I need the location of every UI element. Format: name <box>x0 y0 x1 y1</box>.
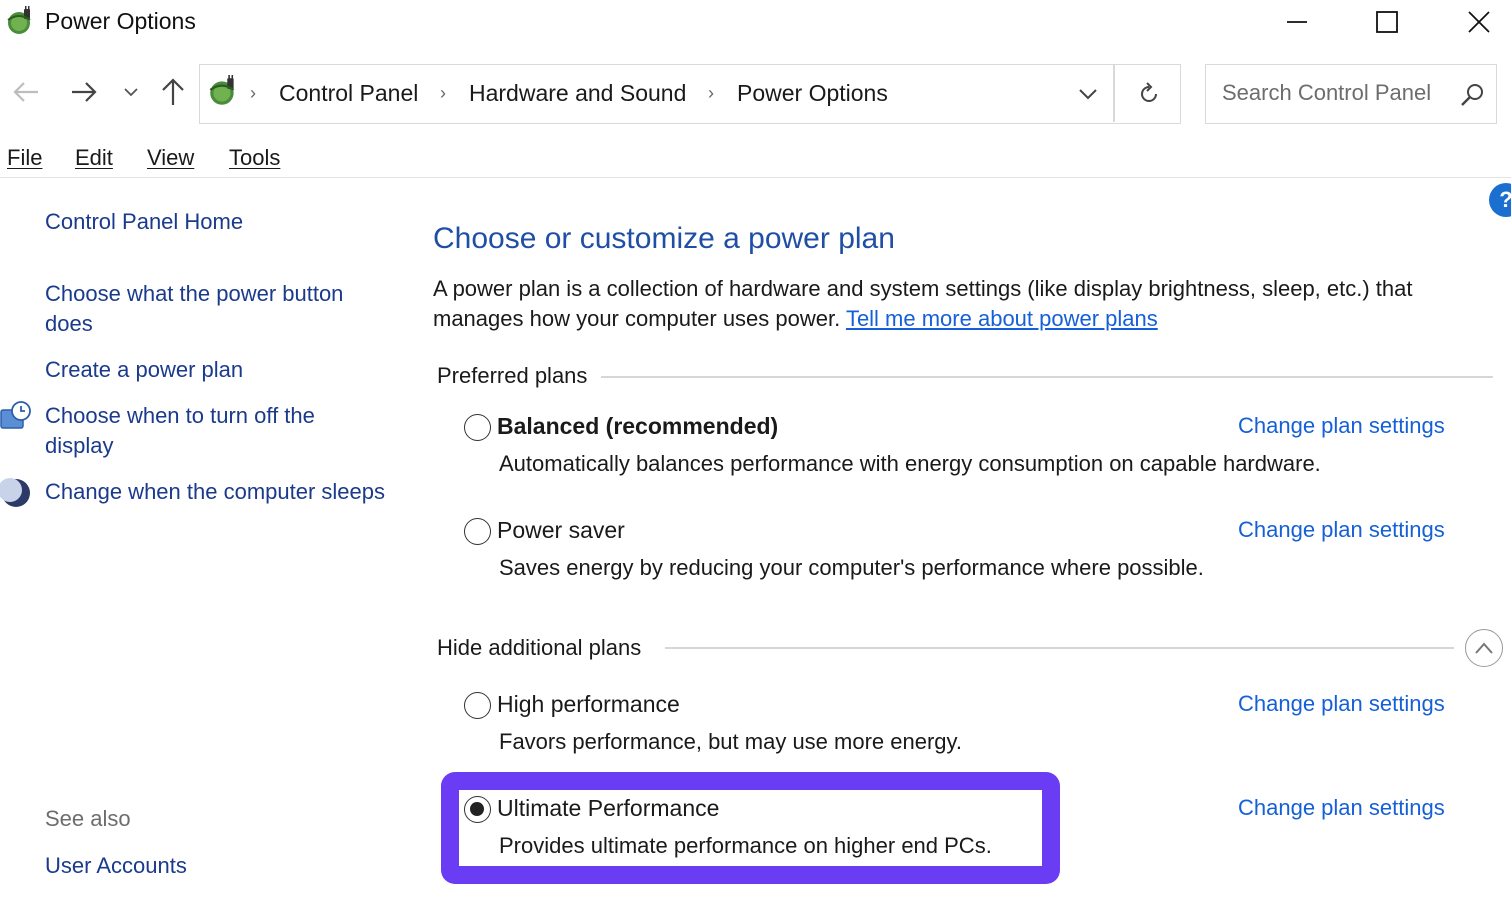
sleep-moon-icon <box>0 477 32 509</box>
power-saver-radio[interactable] <box>464 518 491 545</box>
minimize-button[interactable] <box>1267 0 1327 44</box>
navigation-bar: › Control Panel › Hardware and Sound › P… <box>0 60 1511 126</box>
search-icon[interactable] <box>1458 81 1486 109</box>
plan-name-balanced[interactable]: Balanced (recommended) <box>497 413 778 440</box>
page-title: Choose or customize a power plan <box>433 222 895 255</box>
plan-desc-high-performance: Favors performance, but may use more ene… <box>499 729 963 754</box>
menu-bar: File Edit View Tools <box>0 140 1511 178</box>
create-power-plan-link[interactable]: Create a power plan <box>45 355 385 385</box>
forward-arrow-icon <box>72 82 97 102</box>
up-arrow-icon <box>162 78 184 105</box>
plan-name-power-saver[interactable]: Power saver <box>497 517 625 544</box>
forward-button[interactable] <box>66 74 102 110</box>
address-divider <box>1113 65 1115 122</box>
breadcrumb-hardware-and-sound[interactable]: Hardware and Sound <box>469 80 686 107</box>
power-options-icon <box>4 6 36 38</box>
high-performance-radio[interactable] <box>464 692 491 719</box>
collapse-plans-button[interactable] <box>1465 629 1503 667</box>
breadcrumb-separator: › <box>708 83 714 103</box>
refresh-icon <box>1141 81 1157 102</box>
refresh-button[interactable] <box>1118 65 1180 122</box>
breadcrumb-power-options[interactable]: Power Options <box>737 80 888 107</box>
minimize-icon <box>1287 21 1307 23</box>
close-icon <box>1468 11 1490 33</box>
section-divider <box>665 647 1454 649</box>
power-options-icon <box>206 75 240 109</box>
radio-selected-dot <box>470 802 484 816</box>
search-placeholder: Search Control Panel <box>1222 80 1432 105</box>
up-button[interactable] <box>155 74 191 110</box>
change-plan-settings-high-performance[interactable]: Change plan settings <box>1238 691 1445 717</box>
maximize-button[interactable] <box>1357 0 1417 44</box>
breadcrumb-control-panel[interactable]: Control Panel <box>279 80 418 107</box>
balanced-radio[interactable] <box>464 414 491 441</box>
back-arrow-icon <box>13 82 38 102</box>
plan-desc-balanced: Automatically balances performance with … <box>499 451 1321 476</box>
chevron-up-icon <box>1475 642 1493 654</box>
hide-additional-plans-heading[interactable]: Hide additional plans <box>437 635 656 661</box>
plan-desc-power-saver: Saves energy by reducing your computer's… <box>499 555 1204 580</box>
ultimate-performance-radio[interactable] <box>464 796 491 823</box>
change-plan-settings-power-saver[interactable]: Change plan settings <box>1238 517 1445 543</box>
menu-file[interactable]: File <box>7 145 42 171</box>
menu-edit[interactable]: Edit <box>75 145 113 171</box>
control-panel-home-link[interactable]: Control Panel Home <box>45 207 385 237</box>
see-also-heading: See also <box>45 806 131 831</box>
chevron-down-icon <box>1079 88 1097 99</box>
power-button-link[interactable]: Choose what the power button does <box>45 279 385 339</box>
close-button[interactable] <box>1449 0 1509 44</box>
intro-text: A power plan is a collection of hardware… <box>433 274 1493 334</box>
preferred-plans-heading: Preferred plans <box>437 363 602 389</box>
maximize-icon <box>1376 11 1398 33</box>
user-accounts-link[interactable]: User Accounts <box>45 851 385 881</box>
display-clock-icon <box>0 400 32 432</box>
chevron-down-icon <box>124 88 138 97</box>
search-input[interactable]: Search Control Panel <box>1205 64 1497 124</box>
window-title: Power Options <box>45 8 196 34</box>
plan-name-ultimate-performance[interactable]: Ultimate Performance <box>497 795 719 822</box>
title-bar: Power Options <box>0 0 1511 46</box>
help-icon[interactable]: ? <box>1489 183 1511 217</box>
change-plan-settings-ultimate-performance[interactable]: Change plan settings <box>1238 795 1445 821</box>
breadcrumb-separator: › <box>440 83 446 103</box>
menu-tools[interactable]: Tools <box>229 145 280 171</box>
back-button[interactable] <box>8 74 44 110</box>
plan-desc-ultimate-performance: Provides ultimate performance on higher … <box>499 833 992 858</box>
turn-off-display-link[interactable]: Choose when to turn off the display <box>45 401 385 461</box>
tell-me-more-link[interactable]: Tell me more about power plans <box>846 306 1158 331</box>
recent-locations-button[interactable] <box>118 74 144 110</box>
section-divider <box>600 376 1493 378</box>
highlight-annotation-box <box>441 772 1060 884</box>
menu-view[interactable]: View <box>147 145 194 171</box>
computer-sleeps-link[interactable]: Change when the computer sleeps <box>45 477 385 507</box>
breadcrumb-separator: › <box>250 83 256 103</box>
address-bar[interactable]: › Control Panel › Hardware and Sound › P… <box>199 64 1181 124</box>
change-plan-settings-balanced[interactable]: Change plan settings <box>1238 413 1445 439</box>
address-dropdown-button[interactable] <box>1064 65 1112 122</box>
plan-name-high-performance[interactable]: High performance <box>497 691 680 718</box>
